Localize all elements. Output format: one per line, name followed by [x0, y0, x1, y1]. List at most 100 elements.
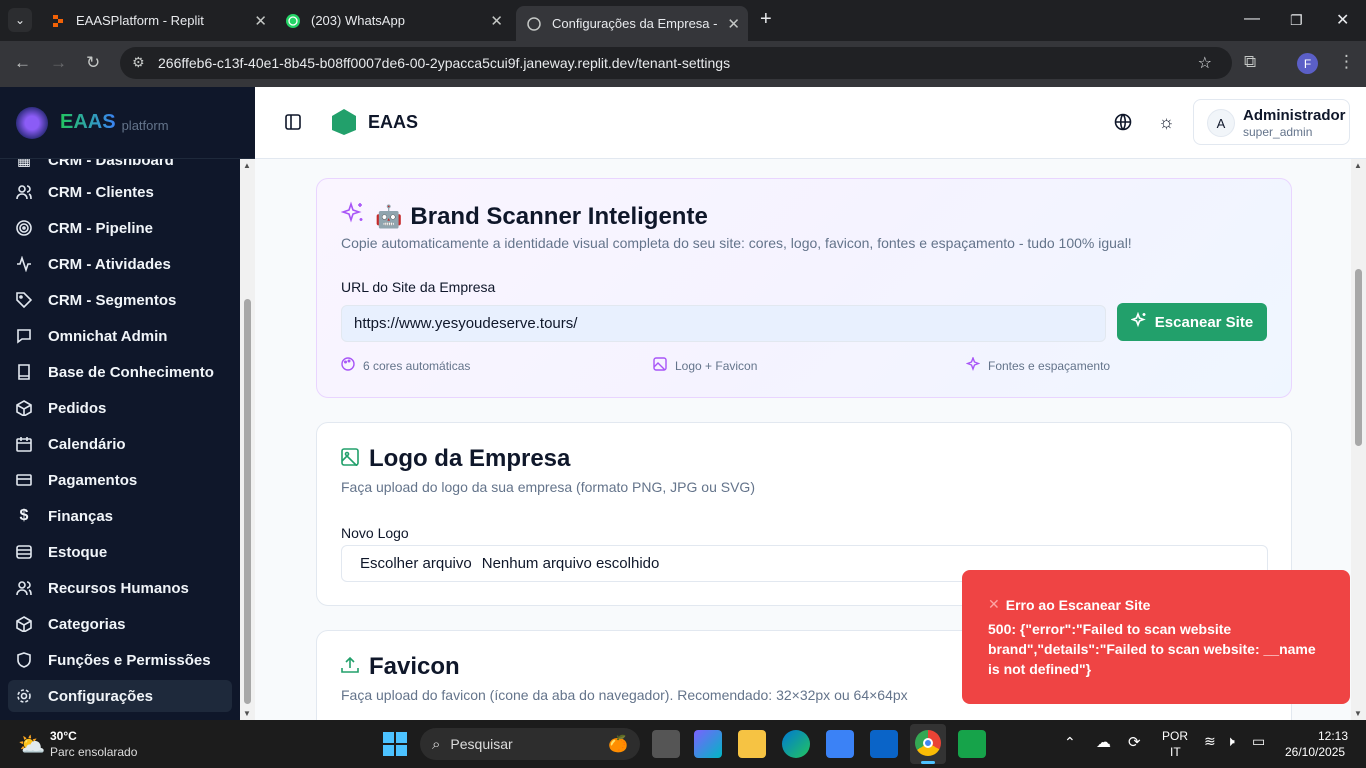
brand-scanner-title: 🤖 Brand Scanner Inteligente: [340, 201, 708, 232]
language-icon[interactable]: [1114, 113, 1132, 136]
weather-desc: Parc ensolarado: [50, 745, 138, 759]
reload-icon[interactable]: ↻: [86, 53, 100, 73]
sidebar-item-crm-pipeline[interactable]: CRM - Pipeline: [8, 212, 232, 244]
weather-temp: 30°C: [50, 729, 77, 743]
error-toast: ✕ Erro ao Escanear Site 500: {"error":"F…: [962, 570, 1350, 704]
image-icon: [341, 445, 359, 473]
cloud-icon[interactable]: ☁: [1096, 733, 1111, 751]
sidebar-item-base-conhecimento[interactable]: Base de Conhecimento: [8, 356, 232, 388]
close-window-icon[interactable]: ✕: [1336, 10, 1349, 30]
sync-icon[interactable]: ⟳: [1128, 733, 1141, 751]
sidebar-brand: EAAS platform: [0, 87, 255, 159]
sidebar-item-calendario[interactable]: Calendário: [8, 428, 232, 460]
close-icon[interactable]: ✕: [988, 596, 1000, 613]
scroll-up-icon[interactable]: ▲: [243, 161, 251, 170]
scroll-down-icon[interactable]: ▼: [1354, 709, 1362, 718]
choose-file-button[interactable]: Escolher arquivo: [360, 555, 472, 572]
weather-icon[interactable]: ⛅: [18, 732, 45, 758]
favicon-section-title: Favicon: [341, 653, 460, 681]
scroll-down-icon[interactable]: ▼: [243, 709, 251, 718]
toast-title: ✕ Erro ao Escanear Site: [988, 596, 1151, 613]
sidebar-item-crm-atividades[interactable]: CRM - Atividades: [8, 248, 232, 280]
chrome-taskbar-active[interactable]: [910, 724, 946, 764]
edge-icon[interactable]: [782, 730, 810, 758]
sidebar-item-pedidos[interactable]: Pedidos: [8, 392, 232, 424]
profile-avatar[interactable]: F: [1297, 53, 1318, 74]
site-url-input[interactable]: [341, 305, 1106, 342]
lang-layout[interactable]: IT: [1170, 745, 1181, 759]
forward-icon[interactable]: →: [50, 53, 67, 73]
close-icon[interactable]: ✕: [490, 12, 503, 30]
file-explorer-icon[interactable]: [738, 730, 766, 758]
minimize-icon[interactable]: —: [1244, 10, 1260, 28]
brand-scanner-card: 🤖 Brand Scanner Inteligente Copie automa…: [316, 178, 1292, 398]
message-icon: [16, 328, 32, 344]
sidebar-item-categorias[interactable]: Categorias: [8, 608, 232, 640]
tab-search-button[interactable]: ⌄: [8, 8, 32, 32]
maximize-icon[interactable]: ❐: [1290, 12, 1303, 29]
menu-icon[interactable]: ⋮: [1338, 52, 1355, 72]
scrollbar-thumb[interactable]: [244, 299, 251, 704]
scroll-up-icon[interactable]: ▲: [1354, 161, 1362, 170]
tab-title: (203) WhatsApp: [311, 13, 405, 28]
sparkles-icon: [965, 356, 981, 374]
close-icon[interactable]: ✕: [254, 12, 267, 30]
box-icon: [16, 616, 32, 632]
url-label: URL do Site da Empresa: [341, 279, 496, 295]
url-bar[interactable]: ⚙ 266ffeb6-c13f-40e1-8b45-b08ff0007de6-0…: [120, 47, 1232, 79]
chevron-up-icon[interactable]: ⌃: [1064, 734, 1076, 751]
new-logo-label: Novo Logo: [341, 525, 409, 541]
back-icon[interactable]: ←: [14, 53, 31, 73]
windows-start-icon[interactable]: [383, 732, 407, 761]
globe-icon: [526, 16, 542, 32]
outlook-icon[interactable]: [870, 730, 898, 758]
sidebar-item-configuracoes[interactable]: Configurações: [8, 680, 232, 712]
new-tab-icon[interactable]: +: [760, 8, 772, 31]
scan-site-button[interactable]: Escanear Site: [1117, 303, 1267, 341]
sidebar: EAAS platform ▦ CRM - Dashboard CRM - Cli…: [0, 87, 255, 720]
sidebar-item-financas[interactable]: $ Finanças: [8, 500, 232, 532]
m365-icon[interactable]: [694, 730, 722, 758]
volume-icon[interactable]: 🕨: [1226, 733, 1235, 750]
tab-whatsapp[interactable]: (203) WhatsApp ✕: [275, 6, 511, 35]
sidebar-toggle-icon[interactable]: [285, 114, 301, 135]
extensions-icon[interactable]: ⧉: [1244, 52, 1256, 72]
tab-settings[interactable]: Configurações da Empresa - EA ✕: [516, 6, 748, 41]
sidebar-item-funcoes-permissoes[interactable]: Funções e Permissões: [8, 644, 232, 676]
target-icon: [16, 220, 32, 236]
wifi-icon[interactable]: ≋: [1204, 733, 1216, 750]
sidebar-item-recursos-humanos[interactable]: Recursos Humanos: [8, 572, 232, 604]
shield-icon: [16, 652, 32, 668]
taskbar-search[interactable]: ⌕ Pesquisar 🍊: [420, 728, 640, 760]
main-scrollbar[interactable]: ▲ ▼: [1351, 159, 1366, 720]
site-info-icon[interactable]: ⚙: [132, 54, 145, 71]
star-icon[interactable]: ☆: [1198, 53, 1212, 73]
close-icon[interactable]: ✕: [727, 15, 740, 33]
battery-icon[interactable]: ▭: [1252, 733, 1265, 750]
clock-date[interactable]: 26/10/2025: [1285, 745, 1345, 759]
sidebar-item-estoque[interactable]: Estoque: [8, 536, 232, 568]
sidebar-item-pagamentos[interactable]: Pagamentos: [8, 464, 232, 496]
upload-icon: [341, 653, 359, 681]
clock-time[interactable]: 12:13: [1318, 729, 1348, 743]
tab-bar: ⌄ EAASPlatform - Replit ✕ (203) WhatsApp…: [0, 0, 1366, 41]
tab-replit[interactable]: EAASPlatform - Replit ✕: [40, 6, 275, 35]
avatar: A: [1207, 109, 1235, 137]
toast-message: 500: {"error":"Failed to scan website br…: [988, 621, 1316, 677]
theme-toggle-icon[interactable]: ☼: [1158, 112, 1175, 133]
sidebar-item-crm-segmentos[interactable]: CRM - Segmentos: [8, 284, 232, 316]
scrollbar-thumb[interactable]: [1355, 269, 1362, 446]
sidebar-item-crm-clientes[interactable]: CRM - Clientes: [8, 176, 232, 208]
calendar-icon: [16, 436, 32, 452]
user-menu[interactable]: A Administrador super_admin: [1193, 99, 1350, 145]
app-icon[interactable]: [958, 730, 986, 758]
brand-scanner-subtitle: Copie automaticamente a identidade visua…: [341, 235, 1132, 251]
sidebar-item-crm-dashboard[interactable]: ▦ CRM - Dashboard: [8, 159, 232, 176]
sidebar-item-omnichat[interactable]: Omnichat Admin: [8, 320, 232, 352]
task-view-icon[interactable]: [652, 730, 680, 758]
activity-icon: [16, 256, 32, 272]
lang-code[interactable]: POR: [1162, 729, 1188, 743]
sidebar-scrollbar[interactable]: ▲ ▼: [240, 159, 255, 720]
url-text: 266ffeb6-c13f-40e1-8b45-b08ff0007de6-00-…: [158, 55, 731, 71]
store-icon[interactable]: [826, 730, 854, 758]
